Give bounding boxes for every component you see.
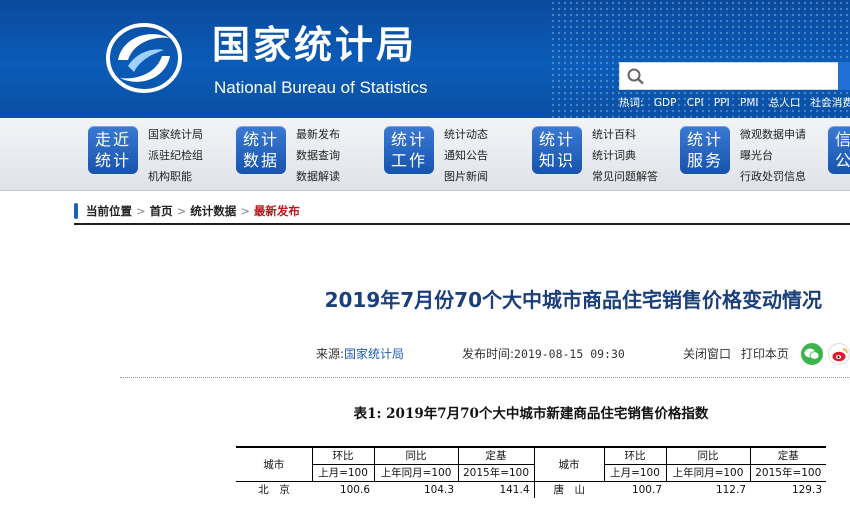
nav-badge-work[interactable]: 统计 工作 bbox=[384, 126, 434, 174]
price-index-table: 城市 环比 同比 定基 城市 环比 同比 定基 上月=100 上年同月=100 … bbox=[236, 446, 826, 498]
search-box[interactable] bbox=[619, 62, 841, 90]
article-date: 发布时间:2019-08-15 09:30 bbox=[462, 345, 625, 362]
breadcrumb-home[interactable]: 首页 bbox=[150, 204, 173, 218]
article-actions: 关闭窗口 打印本页 bbox=[683, 345, 789, 362]
nav-link-penalties[interactable]: 行政处罚信息 bbox=[740, 166, 806, 187]
date-label: 发布时间: bbox=[462, 347, 515, 361]
nav-badge-line: 统计 bbox=[94, 151, 131, 170]
sub-header-mom: 上月=100 bbox=[311, 464, 374, 482]
col-header-city: 城市 bbox=[236, 447, 312, 482]
nav-link-latest-release[interactable]: 最新发布 bbox=[296, 124, 340, 145]
chevron-right-icon: > bbox=[176, 204, 187, 218]
col-header-mom: 环比 bbox=[311, 447, 374, 465]
cell-city: 唐 山 bbox=[533, 481, 604, 498]
nav-badge-line: 统计 bbox=[538, 130, 575, 149]
breadcrumb-marker bbox=[74, 203, 78, 219]
nav-link-bureau[interactable]: 国家统计局 bbox=[148, 124, 203, 145]
source-label: 来源: bbox=[316, 347, 345, 361]
chevron-right-icon: > bbox=[136, 204, 146, 218]
nav-badge-line: 数据 bbox=[242, 151, 279, 170]
hot-words: 热词: GDP CPI PPI PMI 总人口 社会消费品 bbox=[619, 95, 850, 110]
nav-link-encyclopedia[interactable]: 统计百科 bbox=[592, 124, 658, 145]
print-page-link[interactable]: 打印本页 bbox=[741, 347, 789, 361]
breadcrumb-stat-data[interactable]: 统计数据 bbox=[190, 204, 236, 218]
sub-header-yoy: 上年同月=100 bbox=[665, 464, 750, 482]
site-title-cn[interactable]: 国家统计局 bbox=[212, 20, 417, 70]
nav-badge-about[interactable]: 走近 统计 bbox=[88, 126, 138, 174]
cell-city: 北 京 bbox=[258, 484, 290, 496]
breadcrumb-current[interactable]: 最新发布 bbox=[254, 204, 300, 218]
weibo-share-icon[interactable] bbox=[828, 343, 850, 365]
col-header-city: 城市 bbox=[533, 447, 604, 482]
sub-header-base: 2015年=100 bbox=[749, 464, 826, 482]
nav-link-exposure[interactable]: 曝光台 bbox=[740, 145, 806, 166]
search-icon bbox=[627, 68, 644, 85]
nav-link-notices[interactable]: 通知公告 bbox=[444, 145, 488, 166]
breadcrumb: 当前位置 > 首页 > 统计数据 > 最新发布 bbox=[74, 199, 850, 225]
source-link[interactable]: 国家统计局 bbox=[344, 347, 404, 361]
nav-link-news[interactable]: 统计动态 bbox=[444, 124, 488, 145]
col-header-base: 定基 bbox=[457, 447, 534, 465]
nbs-logo-icon[interactable] bbox=[104, 20, 186, 96]
hot-word-cpi[interactable]: CPI bbox=[687, 97, 704, 109]
site-header: 国家统计局 National Bureau of Statistics 热词: … bbox=[0, 0, 850, 118]
hot-word-pmi[interactable]: PMI bbox=[740, 97, 759, 109]
nav-badge-data[interactable]: 统计 数据 bbox=[236, 126, 286, 174]
nav-link-dictionary[interactable]: 统计词典 bbox=[592, 145, 658, 166]
nav-link-data-interpretation[interactable]: 数据解读 bbox=[296, 166, 340, 187]
main-nav: 走近 统计 国家统计局 派驻纪检组 机构职能 统计 数据 最新发布 数据查询 数… bbox=[0, 118, 850, 191]
col-header-yoy: 同比 bbox=[373, 447, 458, 465]
nav-badge-line: 知识 bbox=[538, 151, 575, 170]
hot-words-label: 热词: bbox=[619, 97, 644, 109]
nav-badge-disclosure[interactable]: 信息 公开 bbox=[828, 126, 850, 174]
col-header-yoy: 同比 bbox=[665, 447, 750, 465]
hot-word-gdp[interactable]: GDP bbox=[654, 97, 677, 109]
site-title-en[interactable]: National Bureau of Statistics bbox=[214, 78, 428, 98]
nav-link-photo-news[interactable]: 图片新闻 bbox=[444, 166, 488, 187]
nav-group-disclosure: 信息 公开 bbox=[828, 118, 850, 190]
nav-badge-service[interactable]: 统计 服务 bbox=[680, 126, 730, 174]
col-header-base: 定基 bbox=[749, 447, 826, 465]
cell-mom: 100.6 bbox=[339, 484, 370, 496]
nav-badge-line: 统计 bbox=[242, 130, 279, 149]
meta-divider bbox=[120, 377, 850, 378]
nav-badge-line: 走近 bbox=[94, 130, 131, 149]
chevron-right-icon: > bbox=[240, 204, 250, 218]
sub-header-base: 2015年=100 bbox=[457, 464, 534, 482]
cell-base: 129.3 bbox=[791, 484, 822, 496]
hot-word-ppi[interactable]: PPI bbox=[714, 97, 730, 109]
nav-link-faq[interactable]: 常见问题解答 bbox=[592, 166, 658, 187]
sub-header-yoy: 上年同月=100 bbox=[373, 464, 458, 482]
table-caption: 表1: 2019年7月70个大中城市新建商品住宅销售价格指数 bbox=[353, 406, 709, 422]
nav-badge-knowledge[interactable]: 统计 知识 bbox=[532, 126, 582, 174]
nav-badge-line: 服务 bbox=[686, 151, 723, 170]
cell-mom: 100.7 bbox=[631, 484, 662, 496]
col-header-mom: 环比 bbox=[603, 447, 666, 465]
nav-link-functions[interactable]: 机构职能 bbox=[148, 166, 203, 187]
article-source: 来源:国家统计局 bbox=[316, 345, 404, 362]
close-window-link[interactable]: 关闭窗口 bbox=[683, 347, 731, 361]
nav-link-discipline[interactable]: 派驻纪检组 bbox=[148, 145, 203, 166]
nav-badge-line: 工作 bbox=[390, 151, 427, 170]
hot-word-population[interactable]: 总人口 bbox=[769, 97, 801, 109]
nav-badge-line: 统计 bbox=[686, 130, 723, 149]
nav-badge-line: 信息 bbox=[834, 130, 850, 149]
article-title: 2019年7月份70个大中城市商品住宅销售价格变动情况 bbox=[324, 288, 822, 312]
hot-word-retail[interactable]: 社会消费品 bbox=[811, 97, 850, 109]
wechat-share-icon[interactable] bbox=[801, 343, 823, 365]
search-button[interactable] bbox=[838, 62, 850, 90]
cell-yoy: 104.3 bbox=[423, 484, 454, 496]
date-value: 2019-08-15 09:30 bbox=[514, 347, 625, 361]
cell-yoy: 112.7 bbox=[715, 484, 746, 496]
nav-link-microdata[interactable]: 微观数据申请 bbox=[740, 124, 806, 145]
nav-link-data-query[interactable]: 数据查询 bbox=[296, 145, 340, 166]
breadcrumb-label: 当前位置 bbox=[86, 204, 132, 218]
table-row: 北 京 100.6 104.3 141.4 唐 山 100.7 112.7 12… bbox=[236, 481, 826, 498]
search-input[interactable] bbox=[650, 66, 834, 88]
cell-base: 141.4 bbox=[499, 484, 530, 496]
sub-header-mom: 上月=100 bbox=[603, 464, 666, 482]
nav-badge-line: 公开 bbox=[834, 151, 850, 170]
nav-badge-line: 统计 bbox=[390, 130, 427, 149]
